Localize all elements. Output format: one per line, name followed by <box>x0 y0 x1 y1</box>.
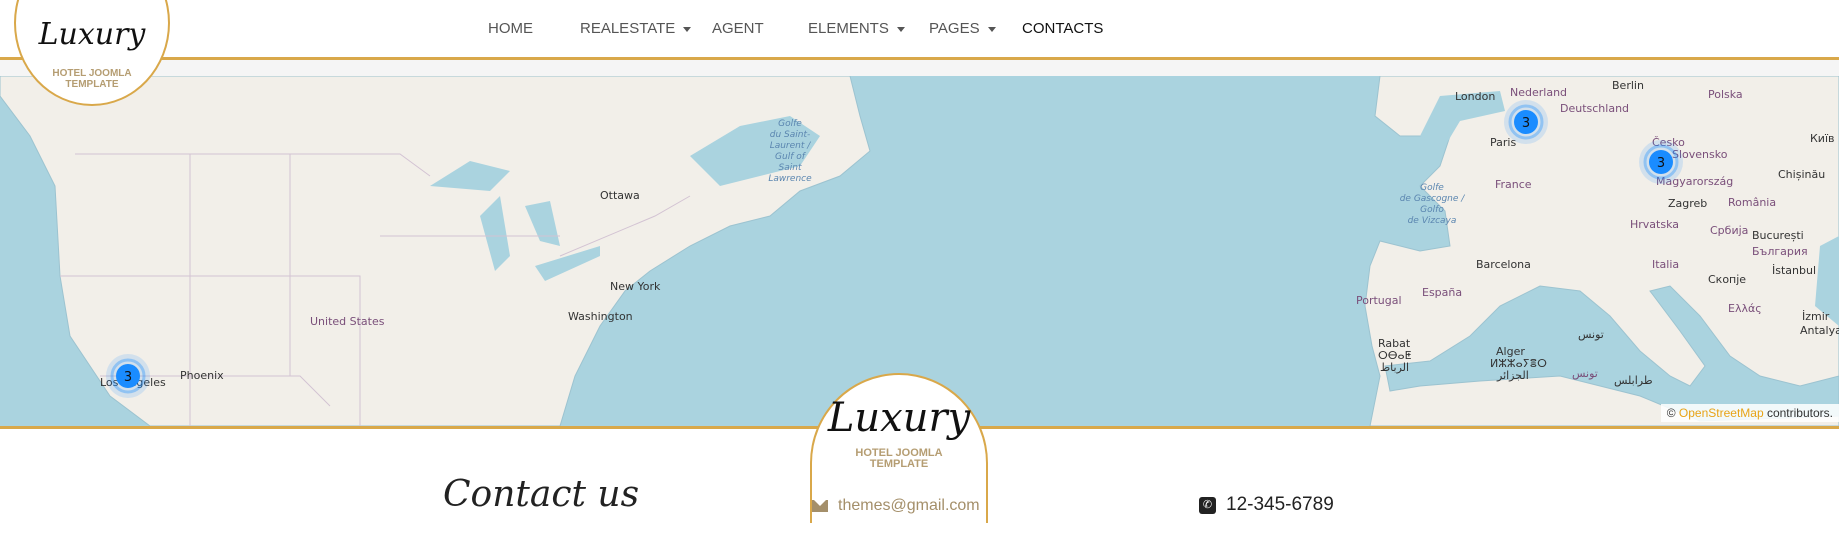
label-ottawa: Ottawa <box>600 189 640 202</box>
label-espana: España <box>1422 286 1462 299</box>
email-text[interactable]: themes@gmail.com <box>838 497 980 515</box>
label-polska: Polska <box>1708 88 1743 101</box>
nav-home[interactable]: HOME <box>488 20 533 37</box>
logo-word: Luxury <box>827 395 971 441</box>
label-kyiv: Київ <box>1810 132 1835 145</box>
logo-sub: TEMPLATE <box>65 79 119 90</box>
openstreetmap-link[interactable]: OpenStreetMap <box>1679 406 1764 420</box>
cluster-marker[interactable]: 3 <box>1504 100 1548 144</box>
label-berlin: Berlin <box>1612 79 1644 92</box>
nav-contacts[interactable]: CONTACTS <box>1022 20 1103 37</box>
header: HOME REALESTATE AGENT ELEMENTS PAGES CON… <box>0 0 1839 60</box>
label-washington: Washington <box>568 310 633 323</box>
contact-email[interactable]: themes@gmail.com <box>812 497 980 515</box>
label-tunis: تونس <box>1578 328 1604 341</box>
caret-down-icon <box>896 26 905 32</box>
label-gulf: Saint <box>779 163 802 173</box>
label-gulf: Laurent / <box>770 141 812 151</box>
label-france: France <box>1495 178 1532 191</box>
logo-word: Luxury <box>38 17 146 52</box>
cluster-marker[interactable]: 3 <box>106 354 150 398</box>
label-srbija: Србија <box>1710 224 1748 237</box>
map[interactable]: Ottawa New York Washington United States… <box>0 76 1839 426</box>
header-strip <box>0 60 1839 76</box>
label-alger: الجزائر <box>1496 369 1529 382</box>
envelope-icon <box>812 500 828 512</box>
contact-phone: ✆ 12-345-6789 <box>1199 494 1334 516</box>
label-hrvatska: Hrvatska <box>1630 218 1679 231</box>
label-ellas: Ελλάς <box>1728 302 1762 315</box>
label-biscay: de Gascogne / <box>1400 194 1466 204</box>
label-barcelona: Barcelona <box>1476 258 1531 271</box>
label-biscay: Golfo <box>1420 205 1444 215</box>
label-london: London <box>1455 90 1495 103</box>
label-izmir: İzmir <box>1802 310 1830 323</box>
phone-icon: ✆ <box>1199 496 1216 514</box>
label-nederland: Nederland <box>1510 86 1567 99</box>
label-phoenix: Phoenix <box>180 369 224 382</box>
label-tripoli: طرابلس <box>1614 374 1653 387</box>
label-italia: Italia <box>1652 258 1679 271</box>
label-istanbul: İstanbul <box>1772 264 1816 277</box>
label-gulf: du Saint- <box>770 130 811 140</box>
attribution-suffix: contributors. <box>1763 406 1833 420</box>
cluster-count: 3 <box>1657 156 1665 171</box>
logo-sub: HOTEL JOOMLA <box>52 68 132 79</box>
cluster-marker[interactable]: 3 <box>1639 140 1683 184</box>
map-attribution: © OpenStreetMap contributors. <box>1660 404 1839 422</box>
contact-title: Contact us <box>443 474 640 515</box>
nav-label: REALESTATE <box>580 20 676 37</box>
label-biscay: de Vizcaya <box>1408 216 1457 226</box>
nav-realestate[interactable]: REALESTATE <box>580 20 692 37</box>
phone-text: 12-345-6789 <box>1226 494 1334 515</box>
nav-label: PAGES <box>929 20 980 37</box>
label-portugal: Portugal <box>1356 294 1402 307</box>
label-antalya: Antalya <box>1800 324 1839 337</box>
label-bucuresti: București <box>1752 229 1804 242</box>
label-gulf: Gulf of <box>775 152 807 162</box>
nav-pages[interactable]: PAGES <box>929 20 996 37</box>
nav-elements[interactable]: ELEMENTS <box>808 20 905 37</box>
label-rabat: الرباط <box>1380 361 1409 374</box>
label-gulf: Lawrence <box>768 174 812 184</box>
label-bulgaria: България <box>1752 245 1808 258</box>
label-chisinau: Chișinău <box>1778 168 1825 181</box>
nav-label: ELEMENTS <box>808 20 889 37</box>
label-deutschland: Deutschland <box>1560 102 1629 115</box>
label-new-york: New York <box>610 280 661 293</box>
label-tunisia: تونس <box>1572 367 1598 380</box>
label-biscay: Golfe <box>1420 183 1444 193</box>
caret-down-icon <box>683 26 692 32</box>
label-zagreb: Zagreb <box>1668 197 1707 210</box>
logo-sub: TEMPLATE <box>869 458 929 470</box>
label-romania: România <box>1728 196 1776 209</box>
attribution-prefix: © <box>1666 406 1679 420</box>
label-skopje: Скопје <box>1708 273 1746 286</box>
label-gulf: Golfe <box>778 119 802 129</box>
label-united-states: United States <box>310 315 385 328</box>
caret-down-icon <box>987 26 996 32</box>
nav-agent[interactable]: AGENT <box>712 20 764 37</box>
cluster-count: 3 <box>124 370 132 385</box>
cluster-count: 3 <box>1522 116 1530 131</box>
